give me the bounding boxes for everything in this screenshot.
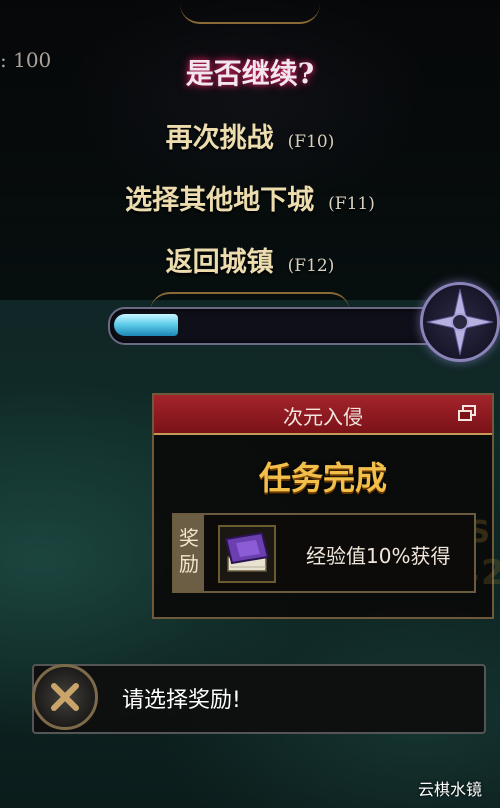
- watermark: 云棋水镜: [417, 780, 482, 799]
- retry-hotkey: (F10): [287, 132, 335, 152]
- reward-label: 奖励: [174, 515, 204, 591]
- purple-book-icon[interactable]: [218, 525, 276, 583]
- compass-icon: [420, 282, 500, 362]
- reward-text: 经验值10%获得: [306, 544, 451, 568]
- quest-header: 次元入侵: [154, 395, 492, 435]
- other-dungeon-hotkey: (F11): [328, 194, 375, 214]
- return-town-option[interactable]: 返回城镇 (F12): [0, 240, 500, 279]
- continue-timer-bar: [108, 307, 474, 345]
- continue-title: 是否继续?: [185, 57, 315, 90]
- other-dungeon-option[interactable]: 选择其他地下城 (F11): [0, 178, 500, 217]
- restore-window-icon[interactable]: [458, 405, 476, 421]
- reward-slot[interactable]: 奖励 经验值10%获得: [172, 513, 476, 593]
- continue-timer-fill: [114, 314, 178, 336]
- notice-message: 请选择奖励!: [122, 688, 241, 713]
- continue-dialog: : 100 是否继续? 再次挑战 (F10) 选择其他地下城 (F11) 返回城镇(…: [0, 0, 500, 300]
- other-dungeon-label: 选择其他地下城: [125, 185, 315, 216]
- close-icon[interactable]: [32, 664, 98, 730]
- quest-status: 任务完成: [258, 459, 387, 497]
- notice-bar: 请选择奖励!: [32, 664, 486, 734]
- retry-option[interactable]: 再次挑战 (F10): [0, 116, 500, 155]
- top-ornament: [180, 4, 320, 24]
- retry-label: 再次挑战: [165, 123, 274, 154]
- quest-panel: 次元入侵 SSS 144222 任务完成 奖励 经验值10%获得: [152, 393, 500, 619]
- return-town-hotkey: (F12): [287, 256, 335, 276]
- quest-title: 次元入侵: [283, 405, 363, 429]
- return-town-label: 返回城镇: [165, 247, 274, 278]
